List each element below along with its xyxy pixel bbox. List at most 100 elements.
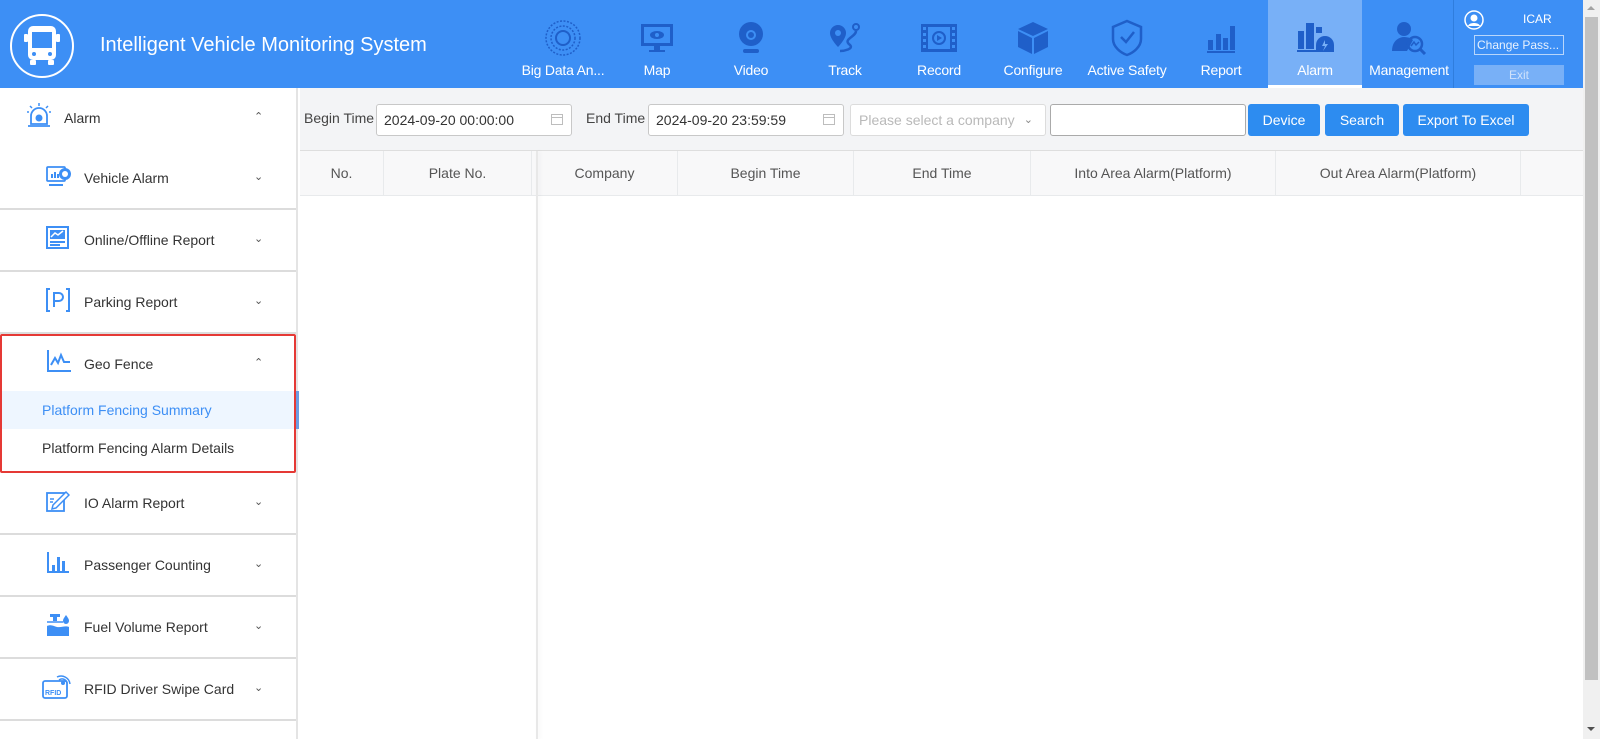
shield-check-icon <box>1107 18 1147 58</box>
nav-label: Video <box>733 62 769 78</box>
user-avatar-icon <box>1464 10 1484 33</box>
table-body <box>300 197 1583 727</box>
calendar-icon[interactable] <box>823 114 835 125</box>
nav-label: Configure <box>1003 62 1063 78</box>
monitor-alarm-icon <box>46 164 71 188</box>
nav-active-safety[interactable]: Active Safety <box>1080 0 1174 88</box>
column-header-out-area-alarm[interactable]: Out Area Alarm(Platform) <box>1276 151 1521 196</box>
nav-big-data[interactable]: Big Data An... <box>516 0 610 88</box>
chevron-up-icon: ⌃ <box>254 111 264 123</box>
chevron-down-icon: ⌄ <box>254 496 264 508</box>
sidebar-item-online-offline-report[interactable]: Online/Offline Report ⌄ <box>0 210 296 272</box>
sidebar-subitem-platform-fencing-summary[interactable]: Platform Fencing Summary <box>2 391 299 429</box>
calendar-icon[interactable] <box>551 114 563 125</box>
nav-report[interactable]: Report <box>1174 0 1268 88</box>
chevron-down-icon: ⌄ <box>254 295 264 307</box>
main-nav: Big Data An... Map Video Track Record Co… <box>516 0 1456 88</box>
chevron-down-icon: ⌄ <box>254 620 264 632</box>
track-route-icon <box>825 18 865 58</box>
sidebar-item-label: Parking Report <box>84 294 178 310</box>
nav-management[interactable]: Management <box>1362 0 1456 88</box>
sidebar-item-rfid-driver-swipe-card[interactable]: RFID RFID Driver Swipe Card ⌄ <box>0 659 296 721</box>
nav-record[interactable]: Record <box>892 0 986 88</box>
nav-track[interactable]: Track <box>798 0 892 88</box>
search-text-input[interactable] <box>1050 104 1246 136</box>
bar-chart-icon <box>1201 18 1241 58</box>
user-name: ICAR <box>1523 12 1552 26</box>
chevron-down-icon: ⌄ <box>254 682 264 694</box>
parking-icon <box>46 288 70 312</box>
nav-label: Management <box>1369 62 1449 78</box>
sidebar-item-fuel-volume-report[interactable]: Fuel Volume Report ⌄ <box>0 597 296 659</box>
chevron-down-icon: ⌄ <box>254 558 264 570</box>
page-scrollbar[interactable] <box>1583 0 1600 739</box>
device-button[interactable]: Device <box>1248 104 1320 136</box>
search-button[interactable]: Search <box>1325 104 1399 136</box>
column-header-plate-no[interactable]: Plate No. <box>384 151 532 196</box>
change-password-button[interactable]: Change Pass... <box>1474 35 1564 55</box>
begin-time-input[interactable]: 2024-09-20 00:00:00 <box>376 104 572 136</box>
nav-video[interactable]: Video <box>704 0 798 88</box>
column-header-begin-time[interactable]: Begin Time <box>678 151 854 196</box>
webcam-icon <box>731 18 771 58</box>
end-time-input[interactable]: 2024-09-20 23:59:59 <box>648 104 844 136</box>
nav-label: Record <box>917 62 961 78</box>
export-excel-button[interactable]: Export To Excel <box>1403 104 1529 136</box>
sidebar-item-io-alarm-report[interactable]: IO Alarm Report ⌄ <box>0 473 296 535</box>
line-chart-icon <box>46 349 72 376</box>
bus-logo-icon <box>10 14 74 78</box>
edit-doc-icon <box>46 489 71 513</box>
chevron-up-icon: ⌃ <box>254 357 264 369</box>
sidebar-item-label: Alarm <box>64 110 101 126</box>
fuel-icon <box>46 613 70 637</box>
sidebar: Alarm ⌃ Vehicle Alarm ⌄ Online/Offline R… <box>0 88 299 739</box>
app-window: Intelligent Vehicle Monitoring System Bi… <box>0 0 1600 739</box>
column-header-end-time[interactable]: End Time <box>854 151 1031 196</box>
filter-toolbar: Begin Time 2024-09-20 00:00:00 End Time … <box>300 88 1583 148</box>
end-time-value: 2024-09-20 23:59:59 <box>656 112 786 128</box>
sidebar-alarm-group[interactable]: Alarm ⌃ <box>0 88 296 148</box>
sidebar-item-vehicle-alarm[interactable]: Vehicle Alarm ⌄ <box>0 148 296 210</box>
column-header-into-area-alarm[interactable]: Into Area Alarm(Platform) <box>1031 151 1276 196</box>
sidebar-item-label: RFID Driver Swipe Card <box>84 681 235 697</box>
column-header-company[interactable]: Company <box>532 151 678 196</box>
main-content: Begin Time 2024-09-20 00:00:00 End Time … <box>300 88 1583 739</box>
column-header-no[interactable]: No. <box>300 151 384 196</box>
sidebar-item-label: Geo Fence <box>84 356 154 372</box>
top-header: Intelligent Vehicle Monitoring System Bi… <box>0 0 1583 88</box>
chevron-down-icon: ⌄ <box>254 233 264 245</box>
sidebar-item-parking-report[interactable]: Parking Report ⌄ <box>0 272 296 334</box>
company-placeholder: Please select a company <box>859 112 1015 128</box>
nav-alarm[interactable]: Alarm <box>1268 0 1362 88</box>
company-select[interactable]: Please select a company ⌄ <box>850 104 1046 136</box>
scroll-up-icon[interactable] <box>1587 6 1595 10</box>
nav-label: Active Safety <box>1087 62 1167 78</box>
map-monitor-icon <box>637 18 677 58</box>
sidebar-item-label: Vehicle Alarm <box>84 170 169 186</box>
alarm-siren-icon <box>26 102 52 131</box>
cube-icon <box>1013 18 1053 58</box>
nav-label: Alarm <box>1297 62 1333 78</box>
sidebar-geo-fence-group: Geo Fence ⌃ Platform Fencing Summary Pla… <box>0 334 299 473</box>
end-time-label: End Time <box>586 110 646 126</box>
begin-time-label: Begin Time <box>304 110 375 126</box>
nav-label: Report <box>1200 62 1242 78</box>
sidebar-item-geo-fence[interactable]: Geo Fence ⌃ <box>2 336 294 391</box>
nav-label: Map <box>643 62 671 78</box>
record-film-icon <box>919 18 959 58</box>
sidebar-item-label: IO Alarm Report <box>84 495 185 511</box>
rfid-icon: RFID <box>42 675 71 699</box>
begin-time-value: 2024-09-20 00:00:00 <box>384 112 514 128</box>
bar-stats-icon <box>46 551 70 575</box>
scroll-down-icon[interactable] <box>1587 727 1595 731</box>
scrollbar-thumb[interactable] <box>1585 17 1598 680</box>
nav-configure[interactable]: Configure <box>986 0 1080 88</box>
nav-map[interactable]: Map <box>610 0 704 88</box>
results-table: No. Plate No. Company Begin Time End Tim… <box>300 150 1583 739</box>
sidebar-item-passenger-counting[interactable]: Passenger Counting ⌄ <box>0 535 296 597</box>
table-header: No. Plate No. Company Begin Time End Tim… <box>300 151 1583 196</box>
exit-button[interactable]: Exit <box>1474 65 1564 85</box>
nav-label: Track <box>828 62 862 78</box>
sidebar-item-label: Fuel Volume Report <box>84 619 208 635</box>
sidebar-subitem-platform-fencing-alarm-details[interactable]: Platform Fencing Alarm Details <box>2 429 294 467</box>
